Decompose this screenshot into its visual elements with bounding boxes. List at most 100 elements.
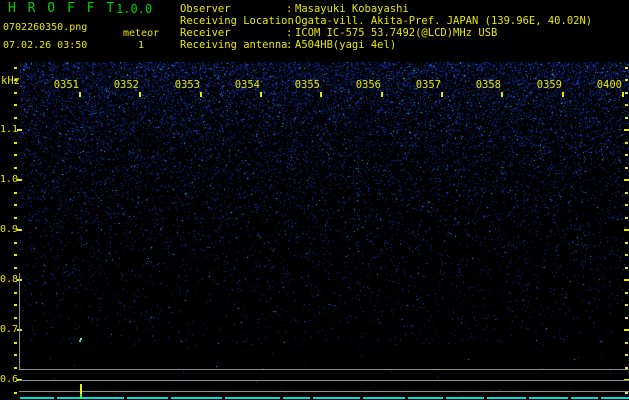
- time-tick: [441, 92, 443, 97]
- signal-baseline-segment: [171, 397, 222, 399]
- freq-major-tick-right: [624, 329, 629, 331]
- freq-minor-tick: [14, 267, 17, 269]
- freq-tick-label: 1.0: [0, 174, 19, 185]
- freq-minor-tick: [14, 104, 17, 106]
- freq-minor-tick: [14, 92, 17, 94]
- signal-baseline-segment: [487, 397, 526, 399]
- freq-minor-tick: [14, 142, 17, 144]
- signal-baseline-segment: [601, 397, 629, 399]
- freq-minor-tick-right: [625, 117, 628, 119]
- freq-minor-tick-right: [625, 167, 628, 169]
- freq-minor-tick-right: [625, 217, 628, 219]
- freq-tick-label: 0.7: [0, 324, 19, 335]
- datetime-label: 07.02.26 03:50: [3, 40, 88, 51]
- time-tick: [260, 92, 262, 97]
- freq-minor-tick: [14, 254, 17, 256]
- time-tick: [139, 92, 141, 97]
- info-value: Masayuki Kobayashi: [295, 3, 409, 15]
- freq-minor-tick: [14, 117, 17, 119]
- info-colon: :: [286, 15, 299, 27]
- freq-minor-tick-right: [625, 192, 628, 194]
- info-value: A504HB(yagi 4el): [295, 39, 397, 51]
- info-colon: :: [286, 3, 299, 15]
- time-tick-label: 0357: [415, 79, 441, 91]
- freq-minor-tick-right: [625, 342, 628, 344]
- time-tick-label: 0354: [234, 79, 260, 91]
- signal-baseline-segment: [446, 397, 484, 399]
- time-tick: [200, 92, 202, 97]
- freq-major-tick-right: [624, 229, 629, 231]
- time-tick-label: 0351: [53, 79, 79, 91]
- time-tick-label: 0359: [536, 79, 562, 91]
- time-tick: [381, 92, 383, 97]
- freq-minor-tick: [14, 304, 17, 306]
- signal-baseline-segment: [127, 397, 168, 399]
- info-value: ICOM IC-575 53.7492(@LCD)MHz USB: [295, 27, 498, 39]
- time-tick: [320, 92, 322, 97]
- app-version: 1.0.0: [116, 2, 153, 16]
- freq-minor-tick: [14, 342, 17, 344]
- freq-minor-tick-right: [625, 267, 628, 269]
- signal-gridline: [19, 391, 629, 392]
- signal-baseline-segment: [313, 397, 360, 399]
- info-row: Observer: Masayuki Kobayashi: [180, 3, 409, 15]
- time-tick: [562, 92, 564, 97]
- freq-tick-label: 1.1: [0, 124, 19, 135]
- freq-major-tick-right: [624, 279, 629, 281]
- freq-minor-tick-right: [625, 292, 628, 294]
- signal-baseline-segment: [20, 397, 54, 399]
- signal-baseline-segment: [529, 397, 568, 399]
- freq-minor-tick-right: [625, 204, 628, 206]
- meteor-echo-mark: [79, 340, 81, 342]
- time-tick-label: 0352: [113, 79, 139, 91]
- info-colon: :: [286, 39, 299, 51]
- freq-minor-tick: [14, 367, 17, 369]
- info-label: Observer: [180, 3, 231, 15]
- freq-minor-tick-right: [625, 79, 628, 81]
- freq-minor-tick-right: [625, 254, 628, 256]
- freq-tick-label: 0.6: [0, 374, 19, 385]
- signal-gridline: [19, 380, 629, 381]
- info-row: Receiver: ICOM IC-575 53.7492(@LCD)MHz U…: [180, 27, 497, 39]
- time-tick: [622, 92, 624, 97]
- signal-gridline: [19, 369, 629, 370]
- freq-minor-tick-right: [625, 154, 628, 156]
- freq-major-tick-right: [624, 129, 629, 131]
- app-title: H R O F F T: [8, 1, 117, 16]
- hrofft-screen: H R O F F T 1.0.0 0702260350.png meteor …: [0, 0, 629, 400]
- freq-minor-tick-right: [625, 304, 628, 306]
- signal-baseline-segment: [225, 397, 280, 399]
- mode-label: meteor: [123, 28, 160, 39]
- freq-minor-tick: [14, 167, 17, 169]
- freq-unit-label: kHz: [1, 75, 20, 87]
- freq-minor-tick: [14, 154, 17, 156]
- freq-minor-tick: [14, 292, 17, 294]
- freq-tick-label: 0.9: [0, 224, 19, 235]
- info-label: Receiving Location: [180, 15, 294, 27]
- freq-minor-tick-right: [625, 317, 628, 319]
- meteor-signal-spike-base: [80, 394, 82, 399]
- freq-minor-tick: [14, 317, 17, 319]
- freq-minor-tick: [14, 79, 17, 81]
- freq-minor-tick: [14, 192, 17, 194]
- time-tick-label: 0353: [174, 79, 200, 91]
- signal-scale-vertical-line: [19, 273, 20, 369]
- signal-baseline-segment: [283, 397, 310, 399]
- time-tick-label: 0356: [355, 79, 381, 91]
- signal-baseline-segment: [363, 397, 405, 399]
- info-colon: :: [286, 27, 299, 39]
- time-tick: [79, 92, 81, 97]
- freq-minor-tick-right: [625, 104, 628, 106]
- freq-minor-tick-right: [625, 67, 628, 69]
- freq-minor-tick: [14, 217, 17, 219]
- signal-baseline-segment: [57, 397, 124, 399]
- info-label: Receiving antenna: [180, 39, 288, 51]
- info-row: Receiving Location: Ogata-vill. Akita-Pr…: [180, 15, 592, 27]
- time-tick-label: 0355: [294, 79, 320, 91]
- freq-minor-tick-right: [625, 354, 628, 356]
- freq-minor-tick-right: [625, 242, 628, 244]
- freq-minor-tick: [14, 242, 17, 244]
- freq-minor-tick: [14, 354, 17, 356]
- time-tick-label: 0358: [475, 79, 501, 91]
- meteor-signal-spike: [80, 384, 82, 394]
